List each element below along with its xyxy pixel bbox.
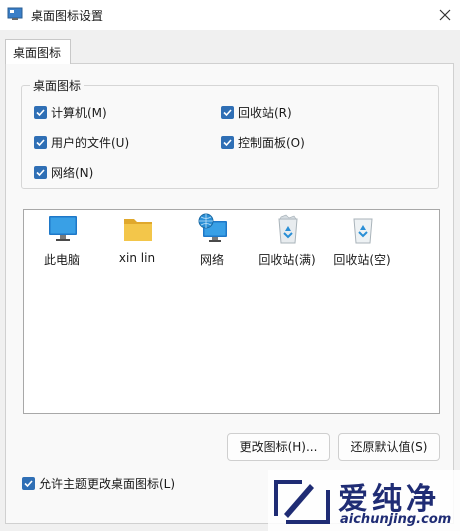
checkbox-computer[interactable]: 计算机(M) <box>34 104 107 121</box>
change-icon-button[interactable]: 更改图标(H)... <box>227 433 330 461</box>
checkbox-label: 网络(N) <box>51 166 94 180</box>
icon-item-this-pc[interactable]: 此电脑 <box>24 213 100 273</box>
icon-label: 回收站(满) <box>258 253 316 267</box>
monitor-icon <box>49 216 77 241</box>
recycle-bin-full-icon <box>278 214 298 244</box>
checkbox-checked-icon <box>34 136 47 149</box>
restore-default-button[interactable]: 还原默认值(S) <box>338 433 440 461</box>
checkbox-checked-icon <box>34 106 47 119</box>
desktop-settings-icon <box>7 7 23 20</box>
close-icon <box>439 9 451 21</box>
recycle-bin-empty-icon <box>353 218 373 244</box>
icon-item-network[interactable]: 网络 <box>174 213 250 273</box>
watermark: 爱纯净 aichunjing.com <box>268 470 460 531</box>
checkbox-checked-icon <box>221 106 234 119</box>
icon-label: 网络 <box>199 253 224 267</box>
checkbox-label: 计算机(M) <box>51 106 107 120</box>
icon-item-user-folder[interactable]: xin lin <box>99 213 175 273</box>
folder-icon <box>124 219 152 241</box>
tab-desktop-icons[interactable]: 桌面图标 <box>5 39 71 64</box>
icon-label: xin lin <box>118 251 156 265</box>
checkbox-checked-icon <box>221 136 234 149</box>
checkbox-user-files[interactable]: 用户的文件(U) <box>34 134 129 151</box>
checkbox-label: 用户的文件(U) <box>51 136 130 150</box>
checkbox-label: 允许主题更改桌面图标(L) <box>39 477 176 491</box>
checkbox-recycle-bin[interactable]: 回收站(R) <box>221 104 292 121</box>
icon-item-recycle-bin-empty[interactable]: 回收站(空) <box>324 213 400 273</box>
checkbox-checked-icon <box>22 477 35 490</box>
checkbox-allow-themes[interactable]: 允许主题更改桌面图标(L) <box>22 475 175 492</box>
checkbox-network[interactable]: 网络(N) <box>34 164 93 181</box>
watermark-url: aichunjing.com <box>340 512 452 527</box>
close-button[interactable] <box>430 0 460 30</box>
icon-label: 此电脑 <box>43 253 80 267</box>
checkbox-label: 控制面板(O) <box>238 136 305 150</box>
window-title: 桌面图标设置 <box>31 9 104 23</box>
checkbox-label: 回收站(R) <box>238 106 292 120</box>
tab-label: 桌面图标 <box>13 46 62 60</box>
checkbox-control-panel[interactable]: 控制面板(O) <box>221 134 305 151</box>
network-globe-icon <box>198 213 227 242</box>
icon-item-recycle-bin-full[interactable]: 回收站(满) <box>249 213 325 273</box>
group-title: 桌面图标 <box>30 77 85 94</box>
desktop-icon-settings-dialog: 桌面图标设置 桌面图标 桌面图标 计算机(M) 回收站(R) 用户的文件(U) <box>0 0 460 531</box>
checkbox-checked-icon <box>34 166 47 179</box>
title-bar: 桌面图标设置 <box>0 0 460 30</box>
icon-label: 回收站(空) <box>333 253 391 267</box>
